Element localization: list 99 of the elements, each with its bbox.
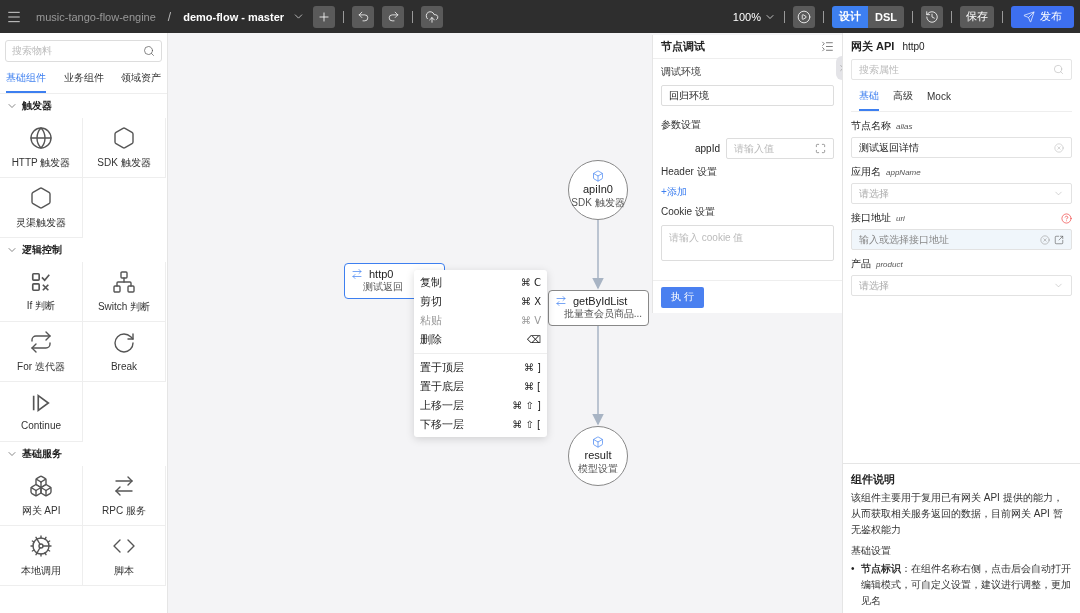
globe-icon <box>29 125 53 150</box>
edge-arrow <box>592 219 604 290</box>
field-key: alias <box>896 121 913 131</box>
field-key: uri <box>896 213 905 223</box>
mode-tab[interactable]: DSL <box>868 5 904 28</box>
component-tile[interactable]: 脚本 <box>83 526 166 586</box>
play-bar-icon <box>30 392 52 414</box>
upload-button[interactable] <box>421 5 444 28</box>
redo-icon <box>386 10 400 23</box>
cubes-icon <box>29 473 53 498</box>
play-circle-icon <box>797 9 811 24</box>
component-tile[interactable]: RPC 服务 <box>83 466 166 526</box>
field-label: 应用名 <box>851 165 881 179</box>
plus-icon <box>317 9 332 24</box>
sidebar-tab[interactable]: 业务组件 <box>63 66 104 93</box>
send-icon <box>1023 10 1035 23</box>
path-separator: / <box>167 9 172 24</box>
zoom-select[interactable]: 100% <box>732 10 776 23</box>
publish-button[interactable]: 发布 <box>1011 5 1074 28</box>
mode-tab[interactable]: 设计 <box>832 5 868 28</box>
section-title[interactable]: 逻辑控制 <box>22 243 62 257</box>
hexagon-icon <box>29 185 53 210</box>
component-tile[interactable]: Switch 判断 <box>83 262 166 322</box>
property-tab[interactable]: Mock <box>927 84 951 111</box>
node-id: http0 <box>902 41 925 52</box>
search-icon <box>1053 64 1064 75</box>
add-button[interactable] <box>313 5 336 28</box>
cloud-upload-icon <box>425 9 440 24</box>
cube-icon <box>592 170 604 182</box>
clear-icon <box>1054 142 1064 153</box>
component-tile[interactable]: HTTP 触发器 <box>0 118 83 178</box>
text-field[interactable]: 测试返回详情 <box>851 137 1072 158</box>
component-tile[interactable]: Break <box>83 322 166 382</box>
clear-icon <box>1040 234 1050 245</box>
run-button[interactable] <box>793 5 815 28</box>
add-link[interactable]: +添加 <box>661 186 687 197</box>
history-button[interactable] <box>921 5 943 28</box>
help-subtitle: 基础设置 <box>851 544 892 558</box>
undo-button[interactable] <box>352 5 375 28</box>
menu-item[interactable]: 上移一层 ⌘ ⇧ ] <box>414 396 547 415</box>
bullet-mark: • <box>851 562 855 576</box>
section-title[interactable]: 触发器 <box>22 99 52 113</box>
component-tile[interactable]: For 迭代器 <box>0 322 83 382</box>
menu-item[interactable]: 下移一层 ⌘ ⇧ [ <box>414 415 547 434</box>
menu-item[interactable]: 删除 ⌫ <box>414 330 547 349</box>
field-label: 调试环境 <box>661 65 702 79</box>
section-label: 参数设置 <box>661 118 702 132</box>
panel-title: 网关 API <box>851 39 895 54</box>
menu-item[interactable]: 置于底层 ⌘ [ <box>414 377 547 396</box>
search-icon <box>143 45 155 57</box>
rotate-icon <box>112 331 136 355</box>
component-tile[interactable]: Continue <box>0 382 83 442</box>
flow-node[interactable]: result 模型设置 <box>568 426 628 486</box>
run-button[interactable]: 执 行 <box>661 286 704 308</box>
field-label: 接口地址 <box>851 211 891 225</box>
cube-icon <box>592 436 604 448</box>
checklist-icon <box>30 270 52 293</box>
hierarchy-icon <box>112 269 136 294</box>
sidebar-tab[interactable]: 基础组件 <box>6 66 46 93</box>
history-icon <box>925 9 939 24</box>
component-tile[interactable]: 本地调用 <box>0 526 83 586</box>
menu-item[interactable]: 置于顶层 ⌘ ] <box>414 358 547 377</box>
section-label: Header 设置 <box>661 165 718 179</box>
env-field[interactable]: 回归环境 <box>661 85 834 106</box>
project-name[interactable]: music-tango-flow-engine <box>36 10 156 23</box>
node-icon <box>555 295 567 307</box>
field-key: appName <box>886 167 921 177</box>
sidebar-tab[interactable]: 领域资产 <box>121 66 161 93</box>
undo-icon <box>356 10 370 23</box>
help-text: 该组件主要用于复用已有网关 API 提供的能力，从而获取相关服务返回的数据，目前网关 API 暂无鉴权能力 <box>851 491 1064 537</box>
external-link-icon <box>1054 234 1064 245</box>
component-tile[interactable]: 网关 API <box>0 466 83 526</box>
property-tab[interactable]: 基础 <box>859 84 879 111</box>
flow-name[interactable]: demo-flow - master <box>183 10 285 23</box>
loop-icon <box>29 329 53 354</box>
expand-icon <box>815 143 826 154</box>
property-tab[interactable]: 高级 <box>893 84 913 111</box>
flow-node[interactable]: apiIn0 SDK 触发器 <box>568 160 628 220</box>
help-bullet: 节点标识：在组件名称右侧，点击后会自动打开编辑模式，可自定义设置，建议进行调整，更加见名 <box>860 562 1072 608</box>
param-name: appId <box>694 143 720 154</box>
node-icon <box>351 268 363 280</box>
component-tile[interactable]: If 判断 <box>0 262 83 322</box>
field-label: 产品 <box>851 257 871 271</box>
panel-title: 节点调试 <box>661 39 705 54</box>
gear-icon <box>29 533 53 558</box>
field-label: 节点名称 <box>851 119 891 133</box>
component-tile[interactable]: SDK 触发器 <box>83 118 166 178</box>
address-field[interactable]: 输入或选择接口地址 <box>851 229 1072 250</box>
help-icon <box>1061 212 1072 224</box>
section-title[interactable]: 基础服务 <box>22 447 62 461</box>
collapse-list-icon <box>821 40 834 53</box>
flow-node[interactable]: getByIdList 批量查会员商品... <box>548 290 649 326</box>
section-label: Cookie 设置 <box>661 205 716 219</box>
redo-button[interactable] <box>382 5 405 28</box>
help-title: 组件说明 <box>851 472 896 487</box>
hexagon-icon <box>112 125 136 150</box>
save-button[interactable]: 保存 <box>960 5 994 28</box>
field-key: product <box>876 259 903 269</box>
component-tile[interactable]: 灵渠触发器 <box>0 178 83 238</box>
